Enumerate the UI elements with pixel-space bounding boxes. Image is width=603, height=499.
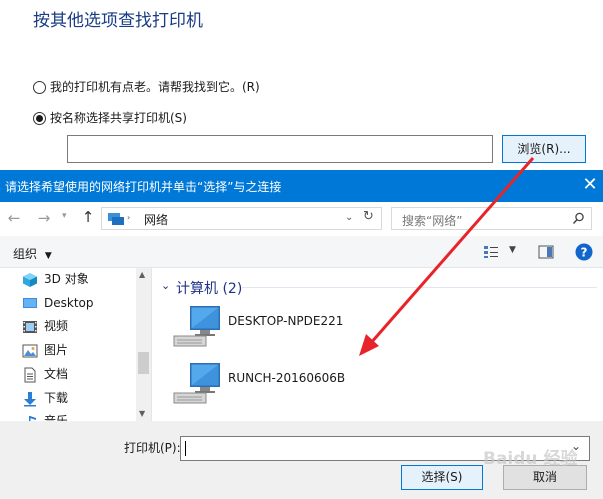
annotation-arrow [359, 157, 535, 356]
watermark: Baidu 经验 [483, 449, 578, 469]
